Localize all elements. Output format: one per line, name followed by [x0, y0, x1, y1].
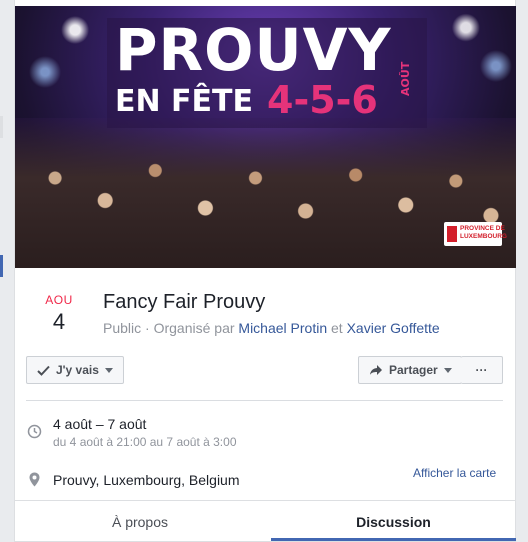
chevron-down-icon [443, 367, 452, 373]
event-card: PROUVY EN FÊTE 4-5-6 AOÛT PROVINCE DE LU… [14, 0, 516, 542]
left-nav-active-marker [0, 255, 3, 277]
poster-subtitle: EN FÊTE [115, 84, 253, 119]
organizer-conjunction: et [327, 320, 347, 336]
map-pin-icon [29, 472, 40, 492]
event-visibility: Public [103, 320, 142, 336]
share-label: Partager [389, 363, 438, 377]
cover-poster: PROUVY EN FÊTE 4-5-6 AOÛT [107, 18, 427, 128]
event-location[interactable]: Prouvy, Luxembourg, Belgium [53, 472, 240, 488]
going-label: J'y vais [56, 363, 99, 377]
tab-discussion[interactable]: Discussion [271, 501, 516, 542]
poster-month: AOÛT [399, 61, 412, 96]
event-time: 4 août – 7 août [53, 416, 147, 432]
left-nav-marker [0, 116, 3, 138]
clock-icon [27, 424, 42, 444]
share-arrow-icon [369, 364, 383, 376]
organized-by-label: · Organisé par [141, 320, 239, 336]
event-tabs: À propos Discussion [15, 500, 516, 542]
event-meta: Public · Organisé par Michael Protin et … [103, 320, 440, 336]
organizer-link-2[interactable]: Xavier Goffette [347, 320, 440, 336]
poster-title: PROUVY [115, 16, 392, 84]
province-logo-text: PROVINCE DE LUXEMBOURG [460, 225, 507, 240]
organizer-link-1[interactable]: Michael Protin [238, 320, 327, 336]
date-month: AOU [45, 293, 73, 307]
province-logo-mark [447, 226, 457, 242]
event-title: Fancy Fair Prouvy [103, 291, 266, 313]
event-cover-photo[interactable]: PROUVY EN FÊTE 4-5-6 AOÛT PROVINCE DE LU… [15, 6, 516, 268]
crowd-image [15, 118, 516, 268]
event-time-detail: du 4 août à 21:00 au 7 août à 3:00 [53, 435, 237, 449]
more-dots-icon: ··· [475, 363, 488, 377]
check-icon [37, 365, 50, 376]
tab-about[interactable]: À propos [15, 501, 265, 542]
going-button[interactable]: J'y vais [26, 356, 124, 384]
province-logo: PROVINCE DE LUXEMBOURG [444, 222, 507, 246]
more-options-button[interactable]: ··· [461, 356, 503, 384]
show-map-link[interactable]: Afficher la carte [413, 466, 496, 480]
event-date-badge: AOU 4 [41, 293, 77, 335]
share-button[interactable]: Partager [358, 356, 462, 384]
chevron-down-icon [104, 367, 113, 373]
divider [26, 400, 503, 401]
date-day: 4 [52, 309, 66, 334]
poster-dates: 4-5-6 [267, 78, 378, 122]
